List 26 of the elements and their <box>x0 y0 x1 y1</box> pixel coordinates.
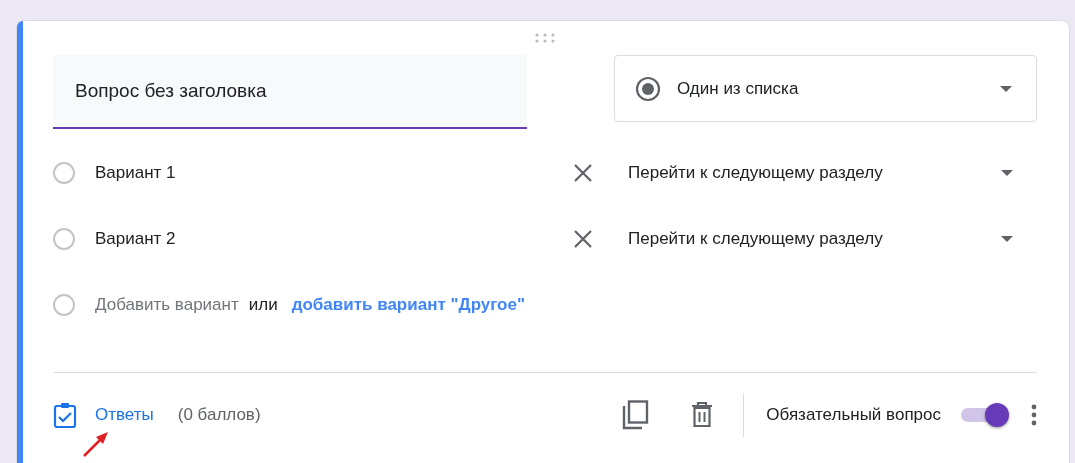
add-other-link[interactable]: добавить вариант "Другое" <box>291 295 526 315</box>
answer-key-link[interactable]: Ответы <box>95 405 154 425</box>
points-text: (0 баллов) <box>177 405 261 425</box>
option-label[interactable]: Вариант 1 <box>95 163 573 183</box>
clipboard-check-icon[interactable] <box>53 401 77 429</box>
drag-handle-icon[interactable] <box>534 32 556 44</box>
close-icon[interactable] <box>573 163 593 183</box>
annotation-arrow <box>81 429 111 459</box>
caret-icon <box>1000 85 1012 92</box>
trash-icon[interactable] <box>691 402 714 428</box>
section-dropdown[interactable]: Перейти к следующему разделу <box>628 163 1037 183</box>
option-label[interactable]: Вариант 2 <box>95 229 573 249</box>
question-type-dropdown[interactable]: Один из списка <box>614 55 1037 122</box>
question-title-field[interactable]: Вопрос без заголовка <box>53 55 527 129</box>
more-options-icon[interactable] <box>1031 404 1037 426</box>
caret-icon <box>1001 170 1013 176</box>
copy-icon[interactable] <box>621 400 650 430</box>
section-dropdown[interactable]: Перейти к следующему разделу <box>628 229 1037 249</box>
required-label: Обязательный вопрос <box>766 405 941 425</box>
or-text: или <box>248 295 278 315</box>
radio-button-icon <box>635 75 661 102</box>
radio-button[interactable] <box>53 162 75 184</box>
caret-icon <box>1001 236 1013 242</box>
radio-button[interactable] <box>53 228 75 250</box>
add-option-field[interactable]: Добавить вариант <box>95 295 239 315</box>
close-icon[interactable] <box>573 229 593 249</box>
